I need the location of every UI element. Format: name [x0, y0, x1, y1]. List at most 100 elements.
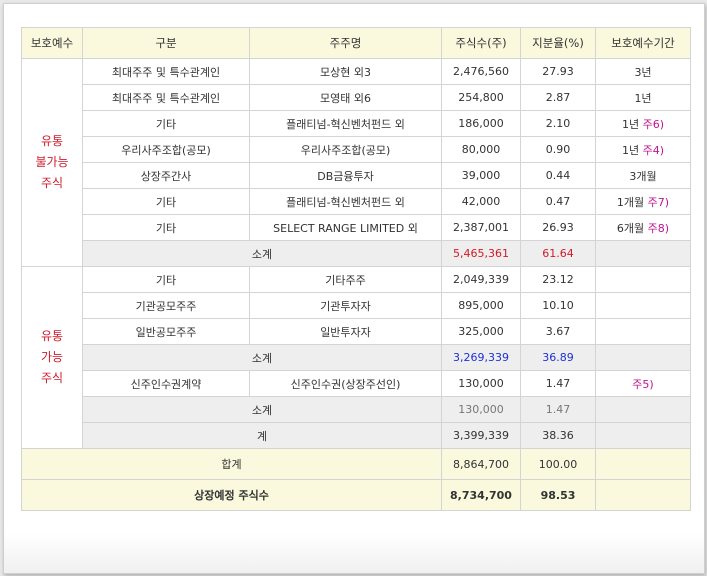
holder-cell: 일반투자자	[249, 318, 442, 345]
ratio-cell: 23.12	[520, 266, 596, 293]
footnote-ref: 주6)	[642, 117, 665, 131]
subtotal-ratio: 1.47	[520, 396, 596, 423]
lockup-period: 1년	[634, 91, 652, 105]
shares-cell: 325,000	[441, 318, 521, 345]
period-cell: 3개월	[595, 162, 691, 189]
shares-cell: 80,000	[441, 136, 521, 163]
footnote-ref: 주5)	[595, 370, 691, 397]
header-row: 보호예수 구분 주주명 주식수(주) 지분율(%) 보호예수기간	[21, 27, 691, 59]
ratio-cell: 0.90	[520, 136, 596, 163]
holder-cell: 신주인수권(상장주선인)	[249, 370, 442, 397]
shares-cell: 39,000	[441, 162, 521, 189]
ratio-cell: 2.10	[520, 110, 596, 137]
subtotal-shares: 130,000	[441, 396, 521, 423]
subtotal-label: 소계	[82, 240, 442, 267]
period-cell: 3년	[595, 58, 691, 85]
subtotal-row: 소계 5,465,361 61.64	[22, 240, 691, 267]
total-shares: 3,399,339	[441, 422, 521, 449]
lockup-period: 3년	[634, 65, 652, 79]
group-locked: 유통 불가능 주식	[21, 58, 83, 267]
total-ratio: 38.36	[520, 422, 596, 449]
subtotal-period	[595, 240, 691, 267]
listing-total-label: 상장예정 주식수	[21, 479, 442, 511]
holder-cell: 기관투자자	[249, 292, 442, 319]
period-cell: 1년 주4)	[595, 136, 691, 163]
subtotal-row: 소계 130,000 1.47	[22, 396, 691, 423]
category-cell: 기타	[82, 266, 250, 293]
header-shares: 주식수(주)	[441, 27, 521, 59]
category-cell: 기관공모주주	[82, 292, 250, 319]
subtotal-period	[595, 344, 691, 371]
lockup-table: 보호예수 구분 주주명 주식수(주) 지분율(%) 보호예수기간 유통 불가능 주식…	[21, 27, 691, 511]
table-row: 유통 불가능 주식 최대주주 및 특수관계인 모상현 외3 2,476,560 27.93 3…	[21, 58, 691, 267]
table-row: 우리사주조합(공모) 우리사주조합(공모) 80,000 0.90 1년 주4)	[22, 136, 691, 163]
table-row: 최대주주 및 특수관계인 모영태 외6 254,800 2.87 1년	[22, 84, 691, 111]
grand-total-ratio: 100.00	[520, 448, 596, 480]
grand-total-label: 합계	[21, 448, 442, 480]
table-row: 유통 가능 주식 기타 기타주주 2,049,339 23.12	[21, 266, 691, 449]
lockup-period: 1년	[621, 117, 640, 131]
category-cell: 기타	[82, 110, 250, 137]
period-cell	[595, 266, 691, 293]
subtotal-label: 소계	[82, 396, 442, 423]
holder-cell: 플래티넘-혁신벤처펀드 외	[249, 188, 442, 215]
subtotal-shares: 3,269,339	[441, 344, 521, 371]
shares-cell: 2,476,560	[441, 58, 521, 85]
document-frame: 보호예수 구분 주주명 주식수(주) 지분율(%) 보호예수기간 유통 불가능 주식…	[3, 3, 705, 574]
listing-total-row: 상장예정 주식수 8,734,700 98.53	[21, 479, 691, 511]
table-row: 상장주간사 DB금융투자 39,000 0.44 3개월	[22, 162, 691, 189]
shares-cell: 130,000	[441, 370, 521, 397]
shares-cell: 42,000	[441, 188, 521, 215]
listing-total-shares: 8,734,700	[441, 479, 521, 511]
holder-cell: 우리사주조합(공모)	[249, 136, 442, 163]
header-ratio: 지분율(%)	[520, 27, 596, 59]
table-row: 기타 플래티넘-혁신벤처펀드 외 186,000 2.10 1년 주6)	[22, 110, 691, 137]
ratio-cell: 10.10	[520, 292, 596, 319]
footnote-ref: 주4)	[642, 143, 665, 157]
header-category: 구분	[82, 27, 250, 59]
table-row: 기타 SELECT RANGE LIMITED 외 2,387,001 26.93 6개…	[22, 214, 691, 241]
category-cell: 기타	[82, 188, 250, 215]
shares-cell: 2,387,001	[441, 214, 521, 241]
ratio-cell: 27.93	[520, 58, 596, 85]
listing-total-ratio: 98.53	[520, 479, 596, 511]
footnote-ref: 주8)	[647, 221, 670, 235]
ratio-cell: 3.67	[520, 318, 596, 345]
lockup-period: 6개월	[616, 221, 645, 235]
table-row: 기관공모주주 기관투자자 895,000 10.10	[22, 292, 691, 319]
table-row: 일반공모주주 일반투자자 325,000 3.67	[22, 318, 691, 345]
category-cell: 최대주주 및 특수관계인	[82, 58, 250, 85]
ratio-cell: 0.44	[520, 162, 596, 189]
lockup-period: 3개월	[629, 169, 657, 183]
shares-cell: 895,000	[441, 292, 521, 319]
category-cell: 일반공모주주	[82, 318, 250, 345]
grand-total-row: 합계 8,864,700 100.00	[21, 448, 691, 480]
category-cell: 기타	[82, 214, 250, 241]
subtotal-label: 소계	[82, 344, 442, 371]
holder-cell: 플래티넘-혁신벤처펀드 외	[249, 110, 442, 137]
lockup-period: 1개월	[616, 195, 645, 209]
total-period	[595, 422, 691, 449]
category-cell: 최대주주 및 특수관계인	[82, 84, 250, 111]
total-label: 계	[82, 422, 442, 449]
lockup-period: 1년	[621, 143, 640, 157]
table-row: 기타 플래티넘-혁신벤처펀드 외 42,000 0.47 1개월 주7)	[22, 188, 691, 215]
subtotal-period	[595, 396, 691, 423]
holder-cell: 모영태 외6	[249, 84, 442, 111]
holder-cell: DB금융투자	[249, 162, 442, 189]
period-cell	[595, 318, 691, 345]
grand-total-shares: 8,864,700	[441, 448, 521, 480]
period-cell: 1개월 주7)	[595, 188, 691, 215]
period-cell: 6개월 주8)	[595, 214, 691, 241]
header-period: 보호예수기간	[595, 27, 691, 59]
period-cell: 1년 주6)	[595, 110, 691, 137]
subtotal-ratio: 36.89	[520, 344, 596, 371]
footnote-ref: 주7)	[647, 195, 670, 209]
holder-cell: 모상현 외3	[249, 58, 442, 85]
shares-cell: 2,049,339	[441, 266, 521, 293]
shares-cell: 186,000	[441, 110, 521, 137]
shares-cell: 254,800	[441, 84, 521, 111]
header-holder: 주주명	[249, 27, 442, 59]
ratio-cell: 1.47	[520, 370, 596, 397]
subtotal-row: 소계 3,269,339 36.89	[22, 344, 691, 371]
